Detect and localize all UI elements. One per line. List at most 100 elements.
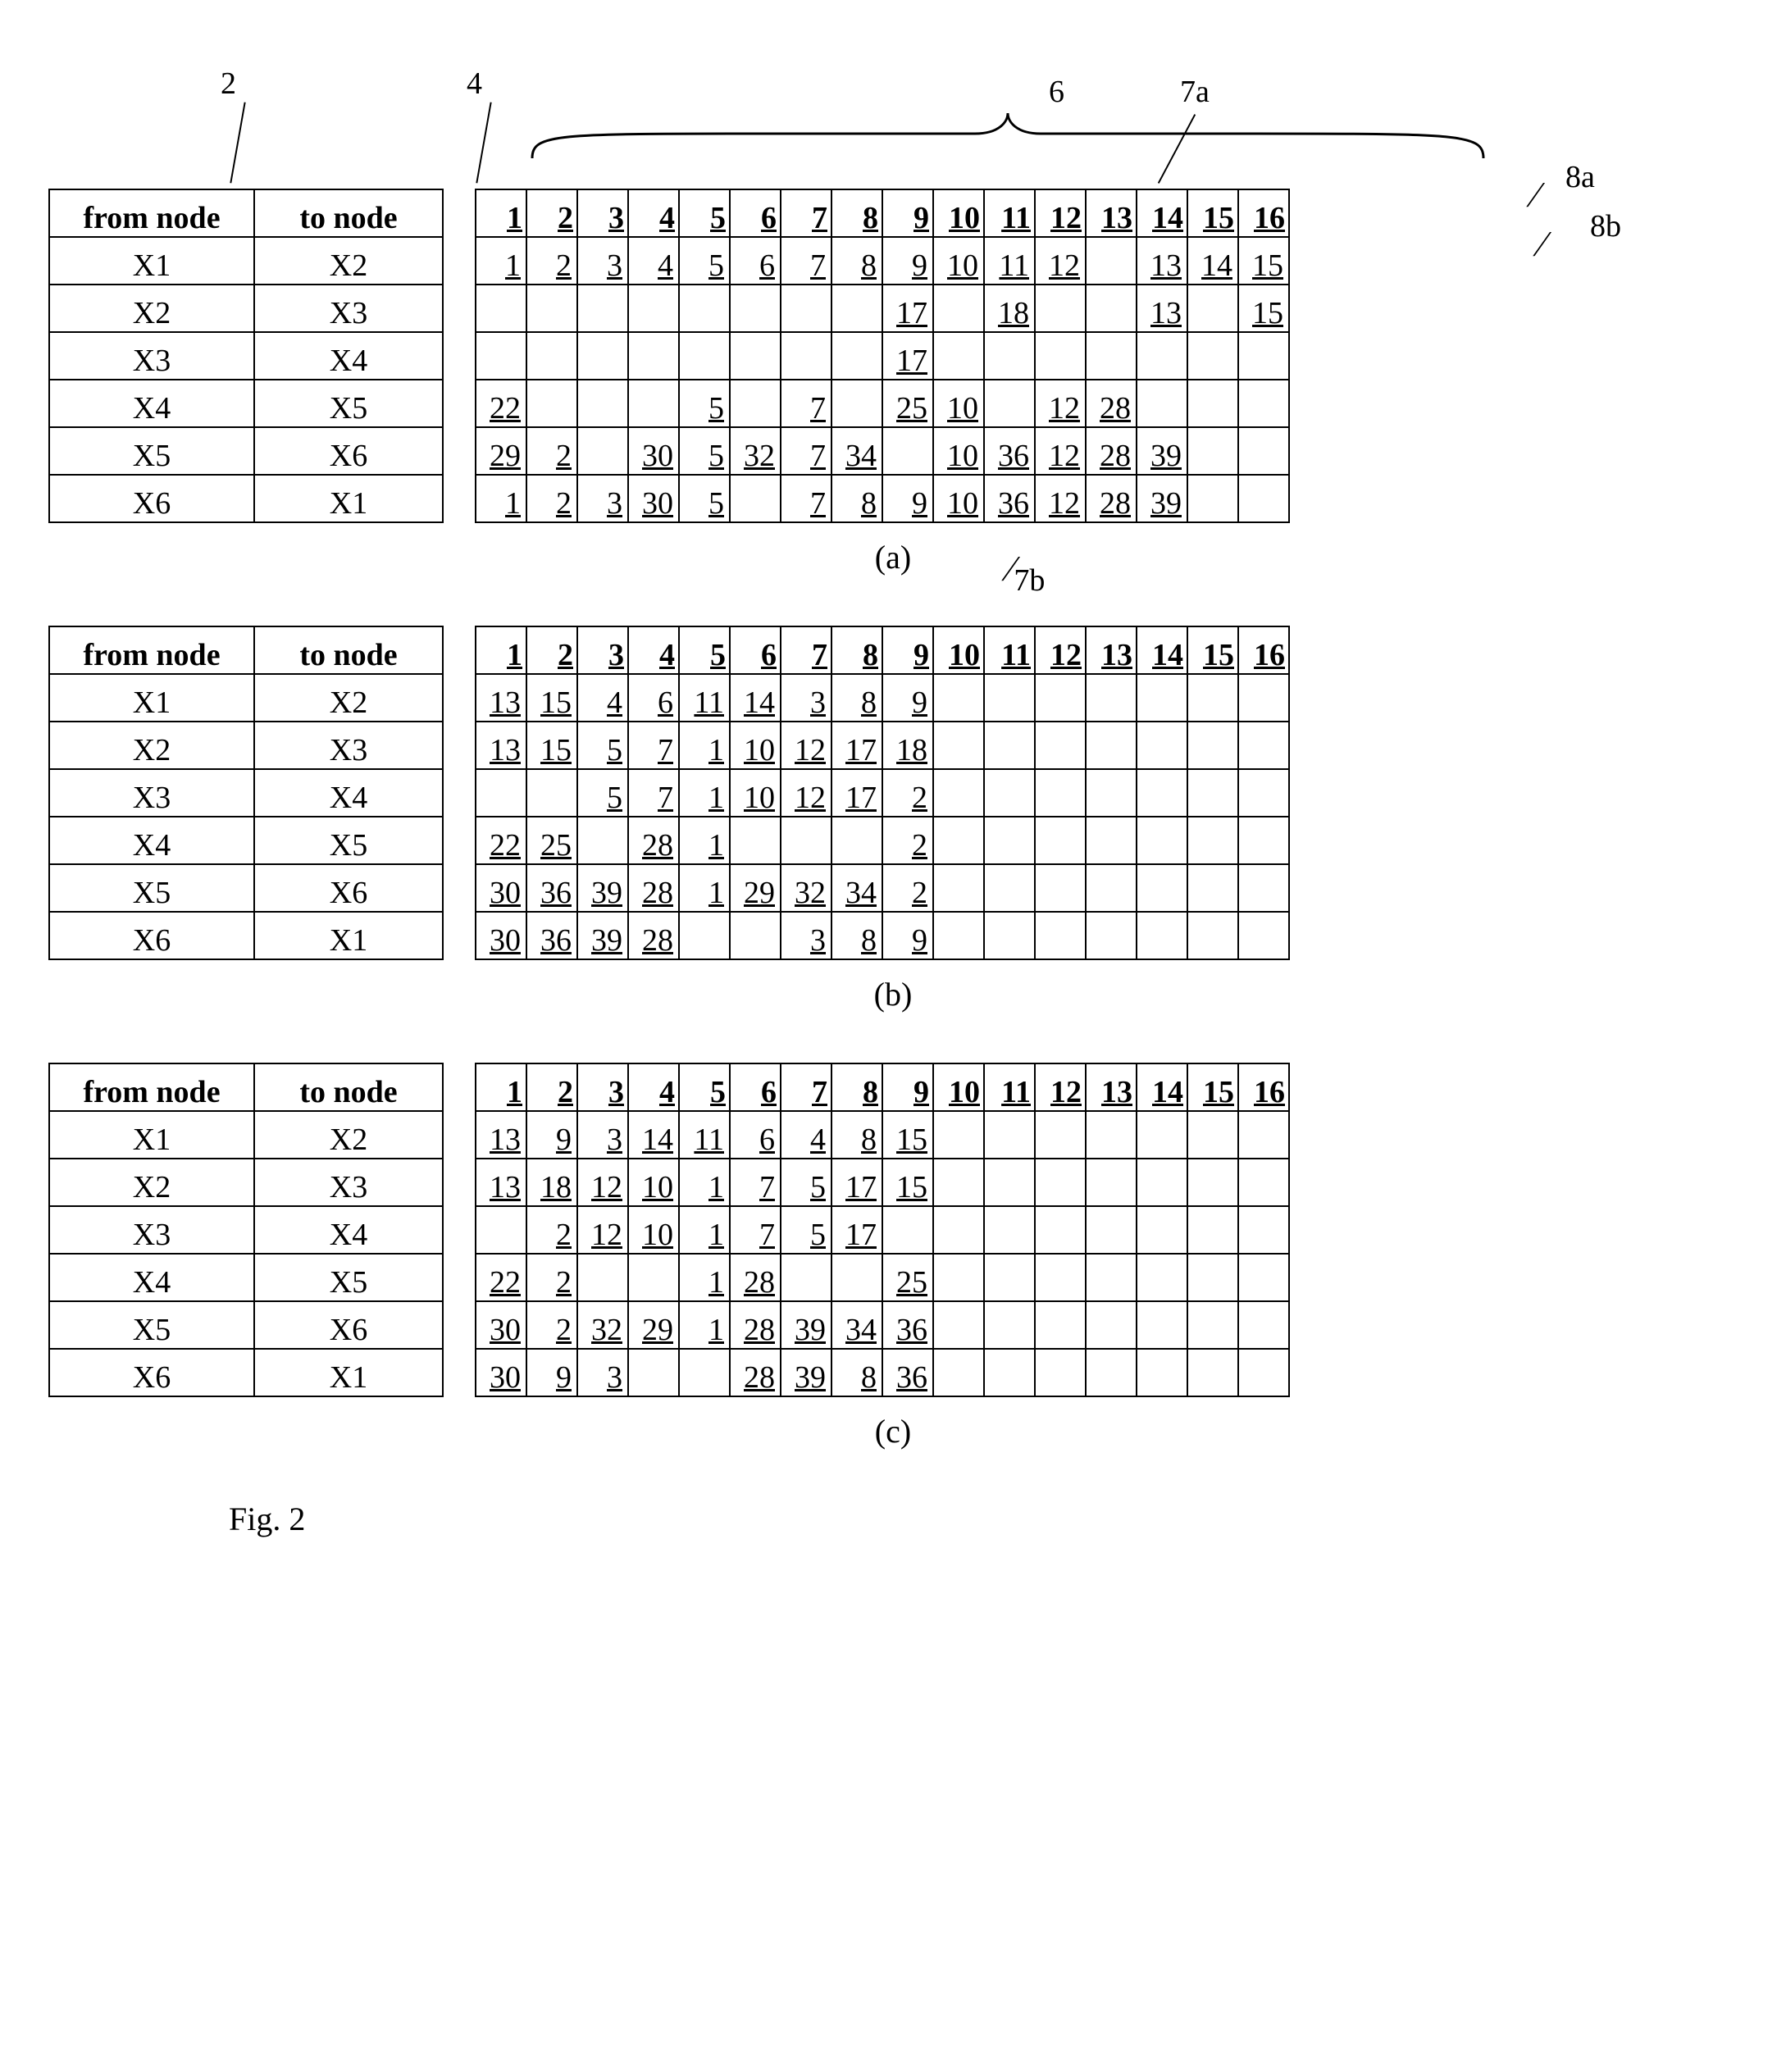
cell: 15 <box>1238 237 1289 285</box>
cell-from: X3 <box>49 332 254 380</box>
cell: 39 <box>781 1301 831 1349</box>
cell: 3 <box>577 1349 628 1396</box>
cell: 13 <box>476 674 526 722</box>
cell: 29 <box>476 427 526 475</box>
cell <box>1137 380 1187 427</box>
cell <box>577 380 628 427</box>
cell <box>933 1301 984 1349</box>
cell <box>730 912 781 959</box>
cell <box>831 285 882 332</box>
cell: 7 <box>781 427 831 475</box>
cell <box>1238 912 1289 959</box>
cell: 1 <box>476 475 526 522</box>
cell-from: X2 <box>49 1159 254 1206</box>
table-a: from nodeto node12345678910111213141516X… <box>48 189 1290 523</box>
table-c: from nodeto node12345678910111213141516X… <box>48 1063 1290 1397</box>
table-row: X3X45711012172 <box>49 769 1289 817</box>
col-16: 16 <box>1238 189 1289 237</box>
col-16: 16 <box>1238 626 1289 674</box>
table-row: X2X3131812101751715 <box>49 1159 1289 1206</box>
cell: 6 <box>628 674 679 722</box>
cell <box>1187 427 1238 475</box>
col-4: 4 <box>628 1063 679 1111</box>
col-2: 2 <box>526 189 577 237</box>
cell <box>1035 769 1086 817</box>
col-14: 14 <box>1137 626 1187 674</box>
cell-from: X6 <box>49 475 254 522</box>
cell <box>933 817 984 864</box>
cell <box>1238 817 1289 864</box>
cell <box>831 817 882 864</box>
cell <box>1035 1159 1086 1206</box>
cell <box>1086 1254 1137 1301</box>
cell <box>933 674 984 722</box>
col-13: 13 <box>1086 1063 1137 1111</box>
cell <box>1238 864 1289 912</box>
col-9: 9 <box>882 1063 933 1111</box>
table-row: X5X6292305327341036122839 <box>49 427 1289 475</box>
cell: 36 <box>526 912 577 959</box>
col-1: 1 <box>476 189 526 237</box>
table-row: X1X21315461114389 <box>49 674 1289 722</box>
col-4: 4 <box>628 189 679 237</box>
cell <box>1187 1206 1238 1254</box>
cell: 29 <box>628 1301 679 1349</box>
cell: 7 <box>781 237 831 285</box>
cell <box>1086 722 1137 769</box>
cell <box>476 769 526 817</box>
col-11: 11 <box>984 1063 1035 1111</box>
cell <box>984 380 1035 427</box>
cell <box>882 427 933 475</box>
cell-to: X4 <box>254 1206 443 1254</box>
cell: 8 <box>831 1349 882 1396</box>
cell: 1 <box>679 769 730 817</box>
cell: 7 <box>628 722 679 769</box>
cell: 29 <box>730 864 781 912</box>
cell <box>1035 1301 1086 1349</box>
cell <box>1035 674 1086 722</box>
cell <box>1035 864 1086 912</box>
cell-from: X4 <box>49 817 254 864</box>
cell <box>984 1206 1035 1254</box>
cell <box>933 1254 984 1301</box>
col-6: 6 <box>730 626 781 674</box>
cell <box>831 1254 882 1301</box>
cell: 8 <box>831 475 882 522</box>
col-5: 5 <box>679 626 730 674</box>
cell <box>1187 1349 1238 1396</box>
cell <box>933 1159 984 1206</box>
cell: 30 <box>476 864 526 912</box>
cell <box>933 912 984 959</box>
cell-to: X5 <box>254 380 443 427</box>
cell <box>781 285 831 332</box>
col-2: 2 <box>526 1063 577 1111</box>
cell: 9 <box>882 475 933 522</box>
cell <box>1035 332 1086 380</box>
cell-to: X2 <box>254 1111 443 1159</box>
cell <box>1086 769 1137 817</box>
cell <box>1238 1206 1289 1254</box>
cell: 10 <box>730 722 781 769</box>
cell-to: X2 <box>254 674 443 722</box>
cell <box>628 1349 679 1396</box>
cell-to: X6 <box>254 1301 443 1349</box>
cell <box>1035 1206 1086 1254</box>
cell: 17 <box>831 1206 882 1254</box>
cell: 32 <box>781 864 831 912</box>
cell <box>679 285 730 332</box>
annot-6: 6 <box>1049 74 1064 110</box>
col-9: 9 <box>882 626 933 674</box>
cell-from: X6 <box>49 1349 254 1396</box>
cell-from: X4 <box>49 1254 254 1301</box>
cell <box>1086 1349 1137 1396</box>
cell: 9 <box>882 912 933 959</box>
col-3: 3 <box>577 189 628 237</box>
cell <box>1187 1254 1238 1301</box>
cell <box>1187 380 1238 427</box>
cell <box>730 285 781 332</box>
table-b-block: from nodeto node12345678910111213141516X… <box>48 626 1738 1013</box>
cell-from: X3 <box>49 1206 254 1254</box>
cell-to: X5 <box>254 1254 443 1301</box>
cell <box>1238 1301 1289 1349</box>
cell <box>984 1349 1035 1396</box>
